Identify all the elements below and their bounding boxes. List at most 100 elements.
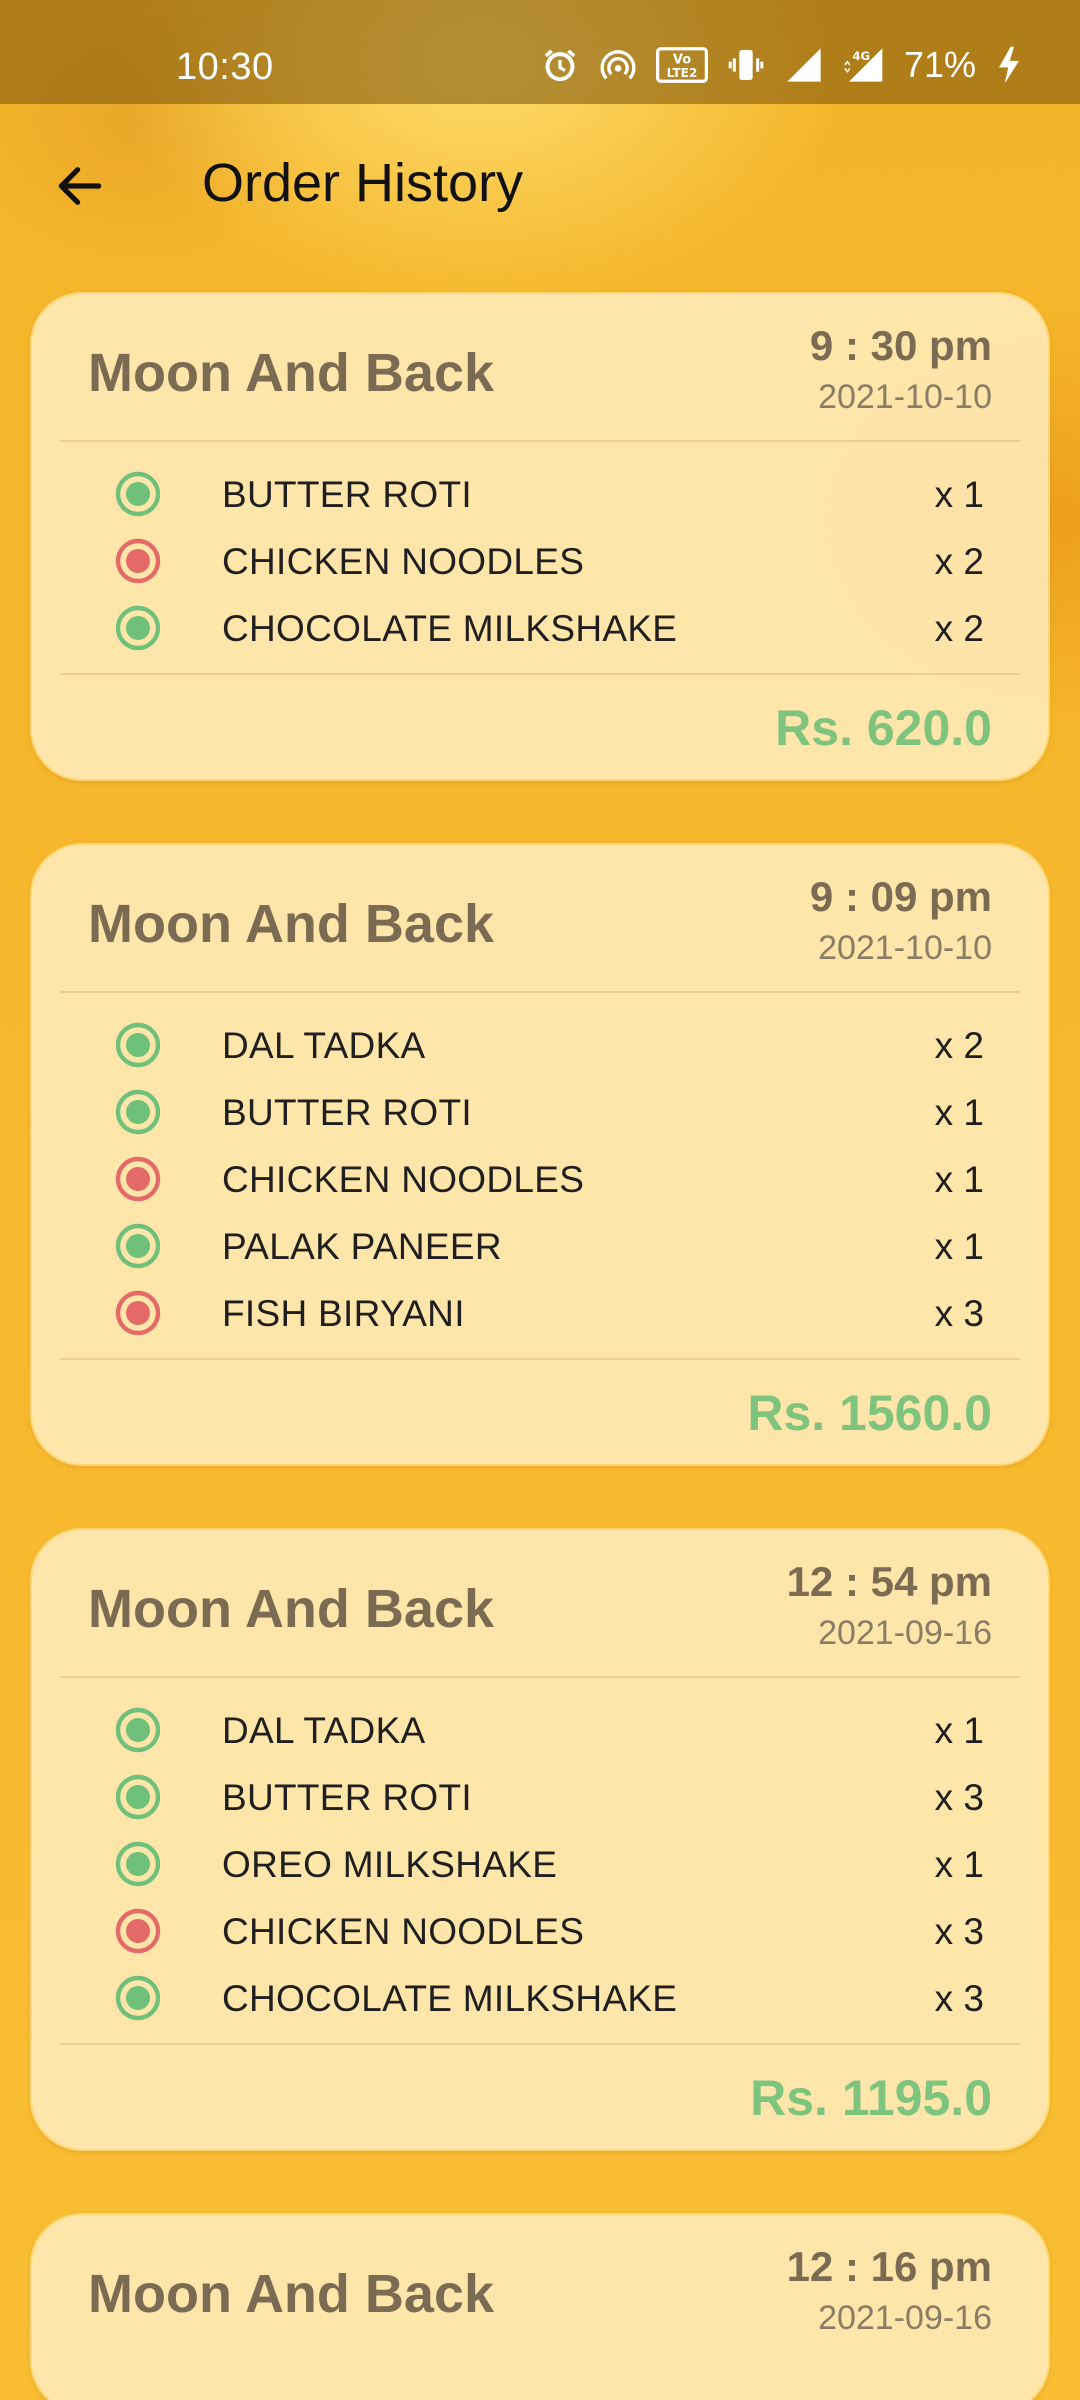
order-card[interactable]: Moon And Back 12 : 54 pm 2021-09-16 DAL … <box>30 1528 1050 2151</box>
item-name: DAL TADKA <box>222 1025 426 1066</box>
veg-indicator-icon <box>115 1841 161 1887</box>
item-quantity: x 1 <box>934 1710 984 1751</box>
order-item: FISH BIRYANI x 3 <box>60 1279 1020 1346</box>
veg-indicator-icon <box>115 1975 161 2021</box>
item-quantity: x 1 <box>934 474 984 515</box>
item-quantity: x 3 <box>934 1777 984 1818</box>
status-bar: 10:30 Vo LTE2 4G 71% <box>0 0 1080 104</box>
order-item: BUTTER ROTI x 1 <box>60 460 1020 527</box>
back-button[interactable] <box>44 150 116 222</box>
svg-text:4G: 4G <box>852 49 870 63</box>
veg-indicator-icon <box>115 1022 161 1068</box>
order-item: DAL TADKA x 2 <box>60 1011 1020 1078</box>
order-item: PALAK PANEER x 1 <box>60 1212 1020 1279</box>
item-quantity: x 2 <box>934 608 984 649</box>
order-item: CHOCOLATE MILKSHAKE x 3 <box>60 1964 1020 2031</box>
signal-4g-icon: 4G <box>842 45 886 85</box>
order-items: BUTTER ROTI x 1 CHICKEN NOODLES x 2 CHOC… <box>60 442 1020 675</box>
non-veg-indicator-icon <box>115 538 161 584</box>
order-item: CHICKEN NOODLES x 2 <box>60 527 1020 594</box>
order-total-row: Rs. 1560.0 <box>32 1360 1048 1464</box>
order-card[interactable]: Moon And Back 12 : 16 pm 2021-09-16 <box>30 2213 1050 2400</box>
item-name: BUTTER ROTI <box>222 474 472 515</box>
battery-percent: 71% <box>903 44 976 85</box>
page-title: Order History <box>202 153 524 213</box>
order-total: Rs. 620.0 <box>775 700 992 756</box>
app-bar: Order History <box>0 104 1080 264</box>
restaurant-name: Moon And Back <box>88 2264 495 2324</box>
status-icons: Vo LTE2 4G 71% <box>540 44 1024 86</box>
order-date: 2021-09-16 <box>818 1614 992 1652</box>
item-quantity: x 1 <box>934 1226 984 1267</box>
item-name: BUTTER ROTI <box>222 1092 472 1133</box>
volte-icon: Vo LTE2 <box>655 45 708 85</box>
item-name: CHICKEN NOODLES <box>222 1159 585 1200</box>
order-items: DAL TADKA x 1 BUTTER ROTI x 3 OREO MILKS… <box>60 1678 1020 2045</box>
order-time: 9 : 09 pm <box>809 873 992 920</box>
item-quantity: x 3 <box>934 1911 984 1952</box>
order-time: 12 : 54 pm <box>786 1558 992 1605</box>
status-time: 10:30 <box>176 46 274 88</box>
non-veg-indicator-icon <box>115 1156 161 1202</box>
item-name: BUTTER ROTI <box>222 1777 472 1818</box>
veg-indicator-icon <box>115 605 161 651</box>
order-item: OREO MILKSHAKE x 1 <box>60 1830 1020 1897</box>
item-name: CHICKEN NOODLES <box>222 1911 585 1952</box>
veg-indicator-icon <box>115 1774 161 1820</box>
item-name: CHICKEN NOODLES <box>222 541 585 582</box>
order-card[interactable]: Moon And Back 9 : 09 pm 2021-10-10 DAL T… <box>30 843 1050 1466</box>
non-veg-indicator-icon <box>115 1290 161 1336</box>
order-total: Rs. 1560.0 <box>747 1385 992 1441</box>
item-name: FISH BIRYANI <box>222 1293 465 1334</box>
veg-indicator-icon <box>115 471 161 517</box>
item-quantity: x 2 <box>934 1025 984 1066</box>
item-name: DAL TADKA <box>222 1710 426 1751</box>
non-veg-indicator-icon <box>115 1908 161 1954</box>
order-header: Moon And Back 12 : 16 pm 2021-09-16 <box>60 2215 1020 2361</box>
battery-charging-icon <box>994 45 1024 85</box>
item-quantity: x 1 <box>934 1092 984 1133</box>
order-total-row: Rs. 1195.0 <box>32 2045 1048 2149</box>
order-date: 2021-09-16 <box>818 2299 992 2337</box>
arrow-left-icon <box>58 167 102 205</box>
item-name: CHOCOLATE MILKSHAKE <box>222 1978 678 2019</box>
order-item: CHICKEN NOODLES x 1 <box>60 1145 1020 1212</box>
item-name: PALAK PANEER <box>222 1226 502 1267</box>
veg-indicator-icon <box>115 1223 161 1269</box>
veg-indicator-icon <box>115 1707 161 1753</box>
order-card[interactable]: Moon And Back 9 : 30 pm 2021-10-10 BUTTE… <box>30 292 1050 781</box>
alarm-icon <box>540 45 580 85</box>
vibrate-icon <box>726 45 766 85</box>
signal-icon <box>784 45 824 85</box>
item-name: CHOCOLATE MILKSHAKE <box>222 608 678 649</box>
restaurant-name: Moon And Back <box>88 1579 495 1639</box>
order-item: CHOCOLATE MILKSHAKE x 2 <box>60 594 1020 661</box>
order-item: BUTTER ROTI x 1 <box>60 1078 1020 1145</box>
order-date: 2021-10-10 <box>818 378 992 416</box>
item-quantity: x 3 <box>934 1293 984 1334</box>
item-quantity: x 1 <box>934 1159 984 1200</box>
item-quantity: x 2 <box>934 541 984 582</box>
order-items: DAL TADKA x 2 BUTTER ROTI x 1 CHICKEN NO… <box>60 993 1020 1360</box>
order-header: Moon And Back 12 : 54 pm 2021-09-16 <box>60 1530 1020 1678</box>
order-date: 2021-10-10 <box>818 929 992 967</box>
order-total-row: Rs. 620.0 <box>32 675 1048 779</box>
hotspot-icon <box>598 45 638 85</box>
svg-text:LTE2: LTE2 <box>667 66 698 80</box>
svg-text:Vo: Vo <box>673 52 691 67</box>
restaurant-name: Moon And Back <box>88 343 495 403</box>
order-item: BUTTER ROTI x 3 <box>60 1763 1020 1830</box>
order-list[interactable]: Moon And Back 9 : 30 pm 2021-10-10 BUTTE… <box>30 292 1050 2400</box>
order-time: 12 : 16 pm <box>786 2243 992 2290</box>
order-header: Moon And Back 9 : 30 pm 2021-10-10 <box>60 294 1020 442</box>
veg-indicator-icon <box>115 1089 161 1135</box>
item-quantity: x 1 <box>934 1844 984 1885</box>
item-name: OREO MILKSHAKE <box>222 1844 558 1885</box>
item-quantity: x 3 <box>934 1978 984 2019</box>
order-item: CHICKEN NOODLES x 3 <box>60 1897 1020 1964</box>
order-item: DAL TADKA x 1 <box>60 1696 1020 1763</box>
order-total: Rs. 1195.0 <box>750 2070 992 2126</box>
restaurant-name: Moon And Back <box>88 894 495 954</box>
order-time: 9 : 30 pm <box>809 322 992 369</box>
order-header: Moon And Back 9 : 09 pm 2021-10-10 <box>60 845 1020 993</box>
